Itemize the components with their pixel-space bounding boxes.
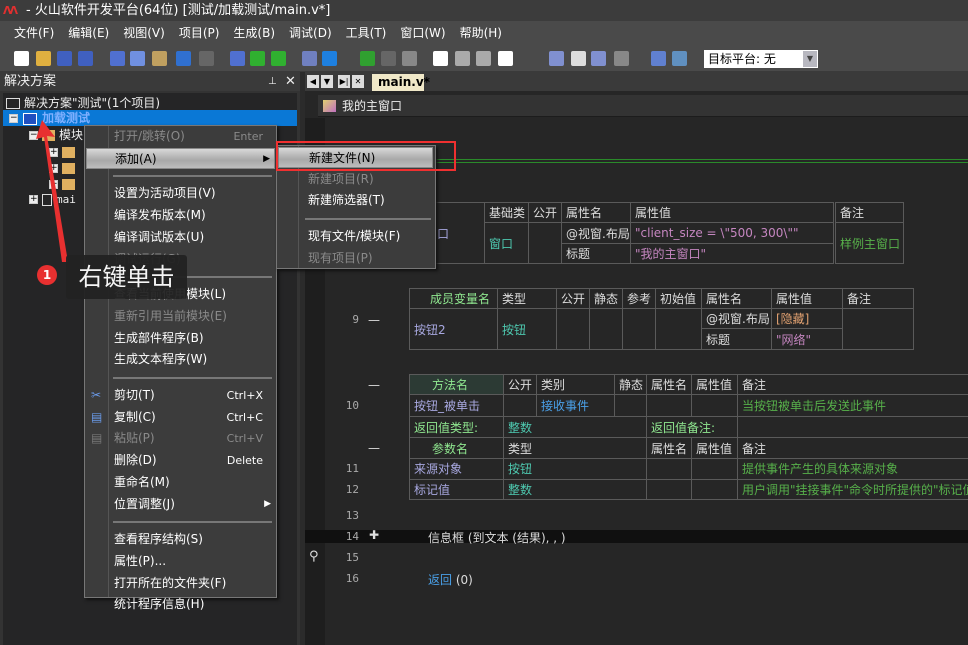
code-line[interactable]: 返回 (0) bbox=[428, 571, 473, 588]
line-number: 15 bbox=[345, 551, 359, 564]
line-number: 16 bbox=[345, 572, 359, 585]
arrow-shape bbox=[36, 120, 68, 262]
code-text: (0) bbox=[452, 573, 473, 587]
code-line[interactable]: 信息框 (到文本 (结果), , ) bbox=[428, 529, 566, 546]
code-text: 信息框 (到文本 (结果), , ) bbox=[428, 531, 566, 545]
line-number: 11 bbox=[345, 462, 359, 475]
annotation-label: 右键单击 bbox=[66, 255, 187, 299]
line-number: 13 bbox=[345, 509, 359, 522]
line-number: 9 bbox=[352, 313, 359, 326]
collapse-icon[interactable]: — bbox=[368, 378, 380, 392]
line-number: 12 bbox=[345, 482, 359, 496]
expand-icon[interactable]: ✚ bbox=[369, 528, 379, 542]
collapse-icon[interactable]: — bbox=[368, 441, 380, 455]
line-number: 10 bbox=[345, 399, 359, 412]
keyword: 返回 bbox=[428, 573, 453, 587]
annotation-arrow bbox=[36, 120, 68, 262]
step-badge: 1 bbox=[37, 265, 57, 285]
collapse-icon[interactable]: — bbox=[368, 313, 380, 327]
line-number: 14 bbox=[345, 530, 359, 543]
